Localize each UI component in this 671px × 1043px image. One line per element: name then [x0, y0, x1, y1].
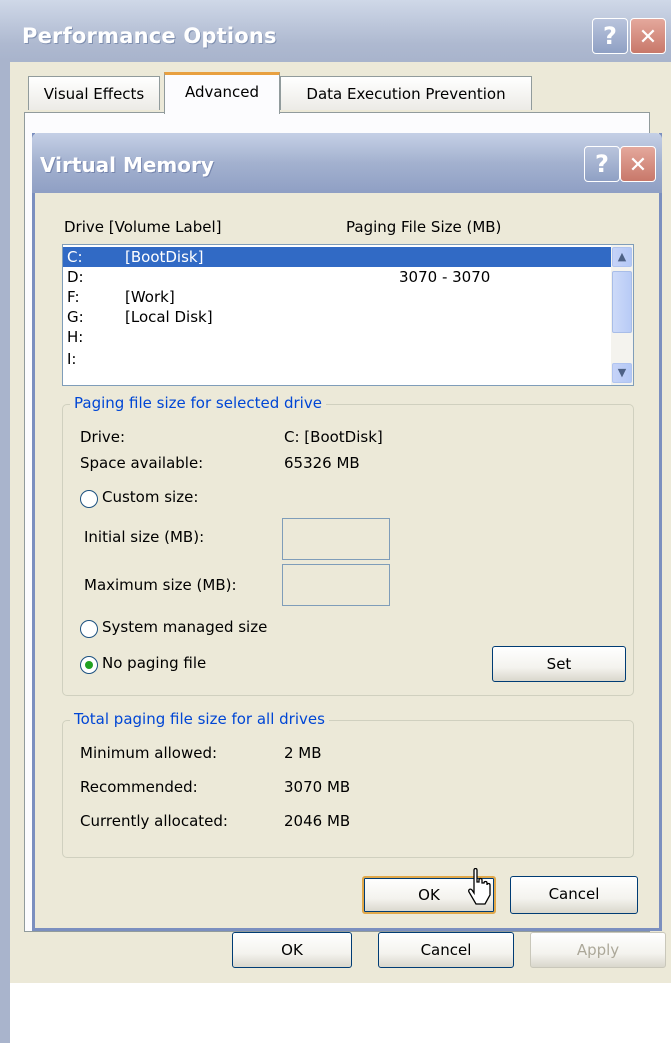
recommended-label: Recommended:	[80, 778, 198, 796]
no-paging-file-label: No paging file	[102, 654, 207, 672]
outer-window-frame	[0, 60, 10, 1043]
help-icon: ?	[603, 22, 617, 50]
mouse-pointer-icon	[468, 868, 491, 905]
drive-letter: D:	[67, 268, 84, 286]
outer-ok-button[interactable]: OK	[232, 932, 352, 968]
tab-label: Data Execution Prevention	[306, 85, 506, 103]
drive-letter: C:	[67, 248, 83, 266]
currently-allocated-label: Currently allocated:	[80, 812, 228, 830]
close-icon: ✕	[628, 153, 648, 178]
drive-letter: H:	[67, 328, 84, 346]
drive-list[interactable]: C: [BootDisk] D: 3070 - 3070 F: [Work] G…	[62, 244, 634, 386]
total-paging-group-legend: Total paging file size for all drives	[70, 710, 329, 728]
drive-letter: F:	[67, 288, 80, 306]
drive-row-h[interactable]: H:	[63, 327, 612, 347]
custom-size-label: Custom size:	[102, 488, 199, 506]
outer-apply-button[interactable]: Apply	[530, 932, 666, 968]
size-column-header: Paging File Size (MB)	[346, 218, 502, 236]
selected-drive-group-legend: Paging file size for selected drive	[70, 394, 326, 412]
scrollbar-thumb[interactable]	[612, 271, 632, 333]
tab-visual-effects[interactable]: Visual Effects	[28, 76, 160, 110]
drive-letter: G:	[67, 308, 84, 326]
outer-help-button[interactable]: ?	[592, 18, 628, 54]
maximum-size-input[interactable]	[282, 564, 390, 606]
tab-label: Advanced	[184, 83, 260, 101]
currently-allocated-value: 2046 MB	[284, 812, 351, 830]
outer-close-button[interactable]: ✕	[630, 18, 666, 54]
system-managed-label: System managed size	[102, 618, 268, 636]
drive-label: Drive:	[80, 428, 126, 446]
no-paging-file-radio[interactable]	[80, 656, 98, 674]
maximum-size-label: Maximum size (MB):	[84, 576, 237, 594]
drive-list-scrollbar[interactable]: ▲ ▼	[611, 245, 633, 385]
drive-row-g[interactable]: G: [Local Disk]	[63, 307, 612, 327]
custom-size-radio[interactable]	[80, 490, 98, 508]
outer-cancel-button[interactable]: Cancel	[378, 932, 514, 968]
help-icon: ?	[595, 150, 609, 178]
drive-row-d[interactable]: D: 3070 - 3070	[63, 267, 612, 287]
space-available-value: 65326 MB	[284, 454, 360, 472]
drive-value: C: [BootDisk]	[284, 428, 383, 446]
drive-volume-label: [Work]	[125, 288, 175, 306]
drive-row-f[interactable]: F: [Work]	[63, 287, 612, 307]
drive-volume-label: [Local Disk]	[125, 308, 213, 326]
drive-row-i[interactable]: I:	[63, 349, 612, 369]
drive-paging-size: 3070 - 3070	[399, 268, 491, 286]
drive-row-c[interactable]: C: [BootDisk]	[63, 247, 612, 267]
drive-letter: I:	[67, 350, 77, 368]
initial-size-input[interactable]	[282, 518, 390, 560]
drive-volume-label: [BootDisk]	[125, 248, 204, 266]
vm-help-button[interactable]: ?	[584, 146, 620, 182]
close-icon: ✕	[638, 25, 658, 50]
radio-checked-dot	[85, 661, 93, 669]
recommended-value: 3070 MB	[284, 778, 351, 796]
vm-close-button[interactable]: ✕	[620, 146, 656, 182]
tab-label: Visual Effects	[43, 85, 145, 103]
initial-size-label: Initial size (MB):	[84, 528, 205, 546]
space-available-label: Space available:	[80, 454, 204, 472]
scroll-up-arrow-icon[interactable]: ▲	[612, 247, 632, 267]
minimum-allowed-value: 2 MB	[284, 744, 322, 762]
tab-advanced[interactable]: Advanced	[164, 72, 280, 114]
outer-window-title: Performance Options	[22, 24, 277, 48]
set-button[interactable]: Set	[492, 646, 626, 682]
tab-data-execution-prevention[interactable]: Data Execution Prevention	[280, 76, 532, 110]
scroll-down-arrow-icon[interactable]: ▼	[612, 363, 632, 383]
minimum-allowed-label: Minimum allowed:	[80, 744, 218, 762]
vm-cancel-button[interactable]: Cancel	[510, 876, 638, 914]
vm-dialog-title: Virtual Memory	[40, 153, 214, 177]
drive-column-header: Drive [Volume Label]	[64, 218, 222, 236]
system-managed-radio[interactable]	[80, 620, 98, 638]
